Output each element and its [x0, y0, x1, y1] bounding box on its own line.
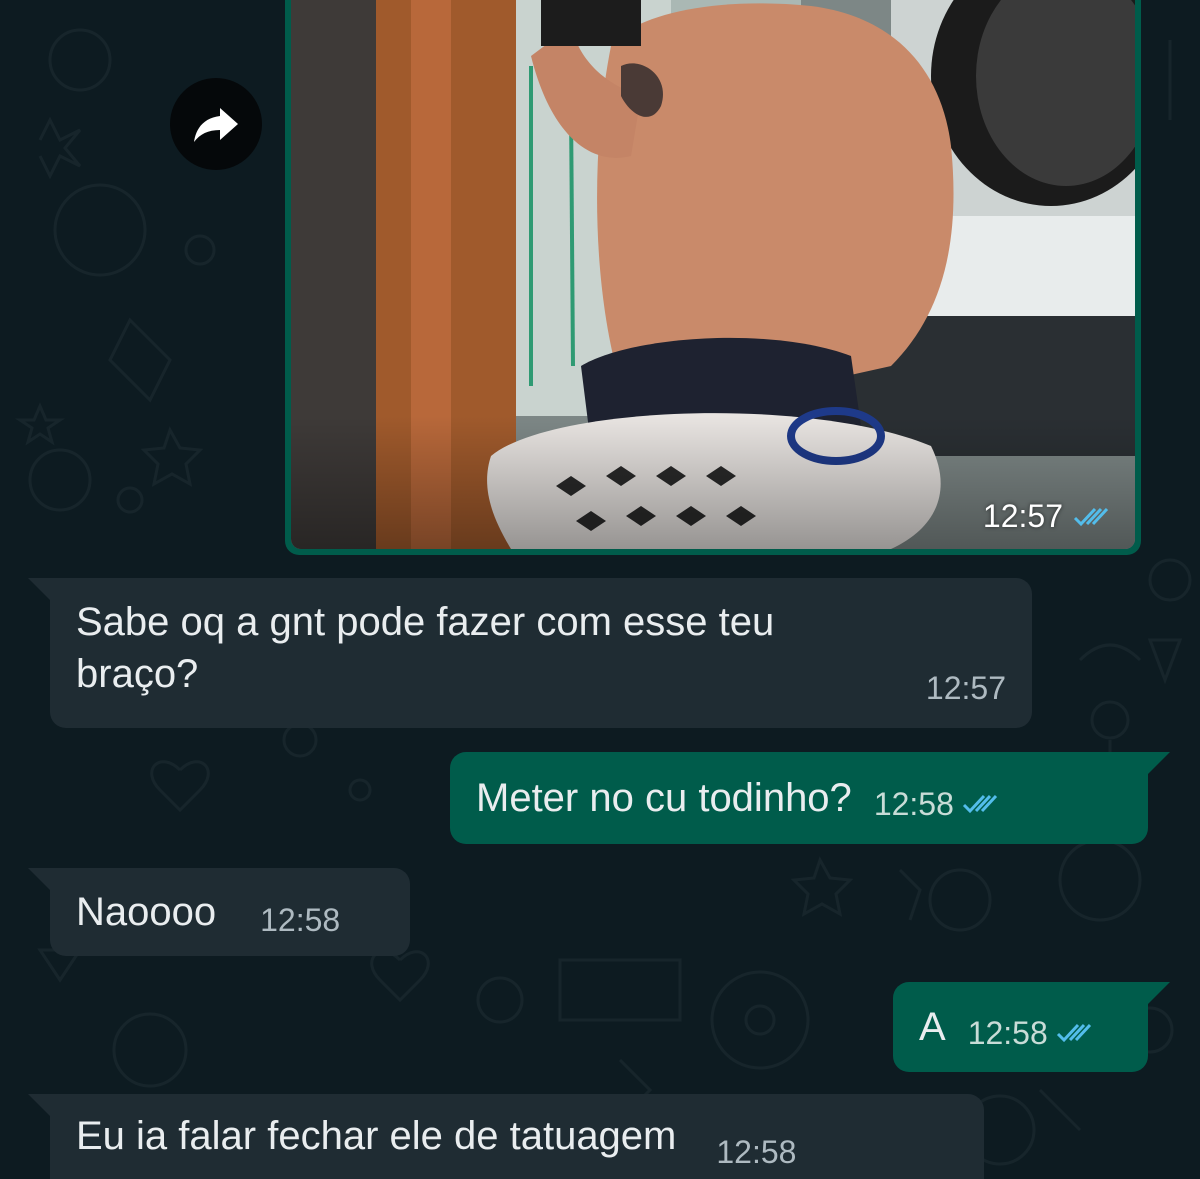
bubble-tail	[1148, 752, 1170, 774]
bubble-tail	[1148, 982, 1170, 1004]
image-meta: 12:57	[983, 498, 1113, 535]
message-text: A	[919, 1005, 946, 1049]
forward-icon	[194, 108, 238, 142]
incoming-message[interactable]: Sabe oq a gnt pode fazer com esse teu br…	[50, 578, 1032, 728]
message-text: Eu ia falar fechar ele de tatuagem	[76, 1114, 677, 1158]
outgoing-message[interactable]: A 12:58	[893, 982, 1148, 1072]
message-time: 12:58	[873, 786, 954, 822]
photo-image	[291, 0, 1135, 549]
message-text: Meter no cu todinho?	[476, 776, 852, 820]
chat-view: 12:57 Sabe oq a gnt pode fazer com esse …	[0, 0, 1200, 1179]
read-ticks-icon	[1073, 507, 1109, 526]
bubble-tail	[28, 868, 50, 890]
image-time: 12:57	[982, 498, 1063, 534]
message-text: Naoooo	[76, 890, 217, 934]
bubble-tail	[28, 1094, 50, 1116]
forward-button[interactable]	[170, 78, 262, 170]
message-time: 12:58	[967, 1015, 1048, 1051]
incoming-message[interactable]: Naoooo 12:58	[50, 868, 410, 956]
outgoing-message[interactable]: Meter no cu todinho? 12:58	[450, 752, 1148, 844]
message-photo[interactable]: 12:57	[291, 0, 1135, 549]
message-text-line: Sabe oq a gnt pode fazer com esse teu	[76, 600, 775, 644]
message-time: 12:58	[716, 1134, 797, 1170]
read-ticks-icon	[962, 794, 997, 814]
bubble-tail	[28, 578, 50, 600]
message-time: 12:57	[925, 670, 1006, 706]
read-ticks-icon	[1056, 1023, 1091, 1043]
message-time: 12:58	[260, 902, 341, 938]
message-text-line: braço?	[76, 652, 199, 696]
incoming-message[interactable]: Eu ia falar fechar ele de tatuagem 12:58	[50, 1094, 984, 1179]
image-message[interactable]: 12:57	[285, 0, 1141, 555]
